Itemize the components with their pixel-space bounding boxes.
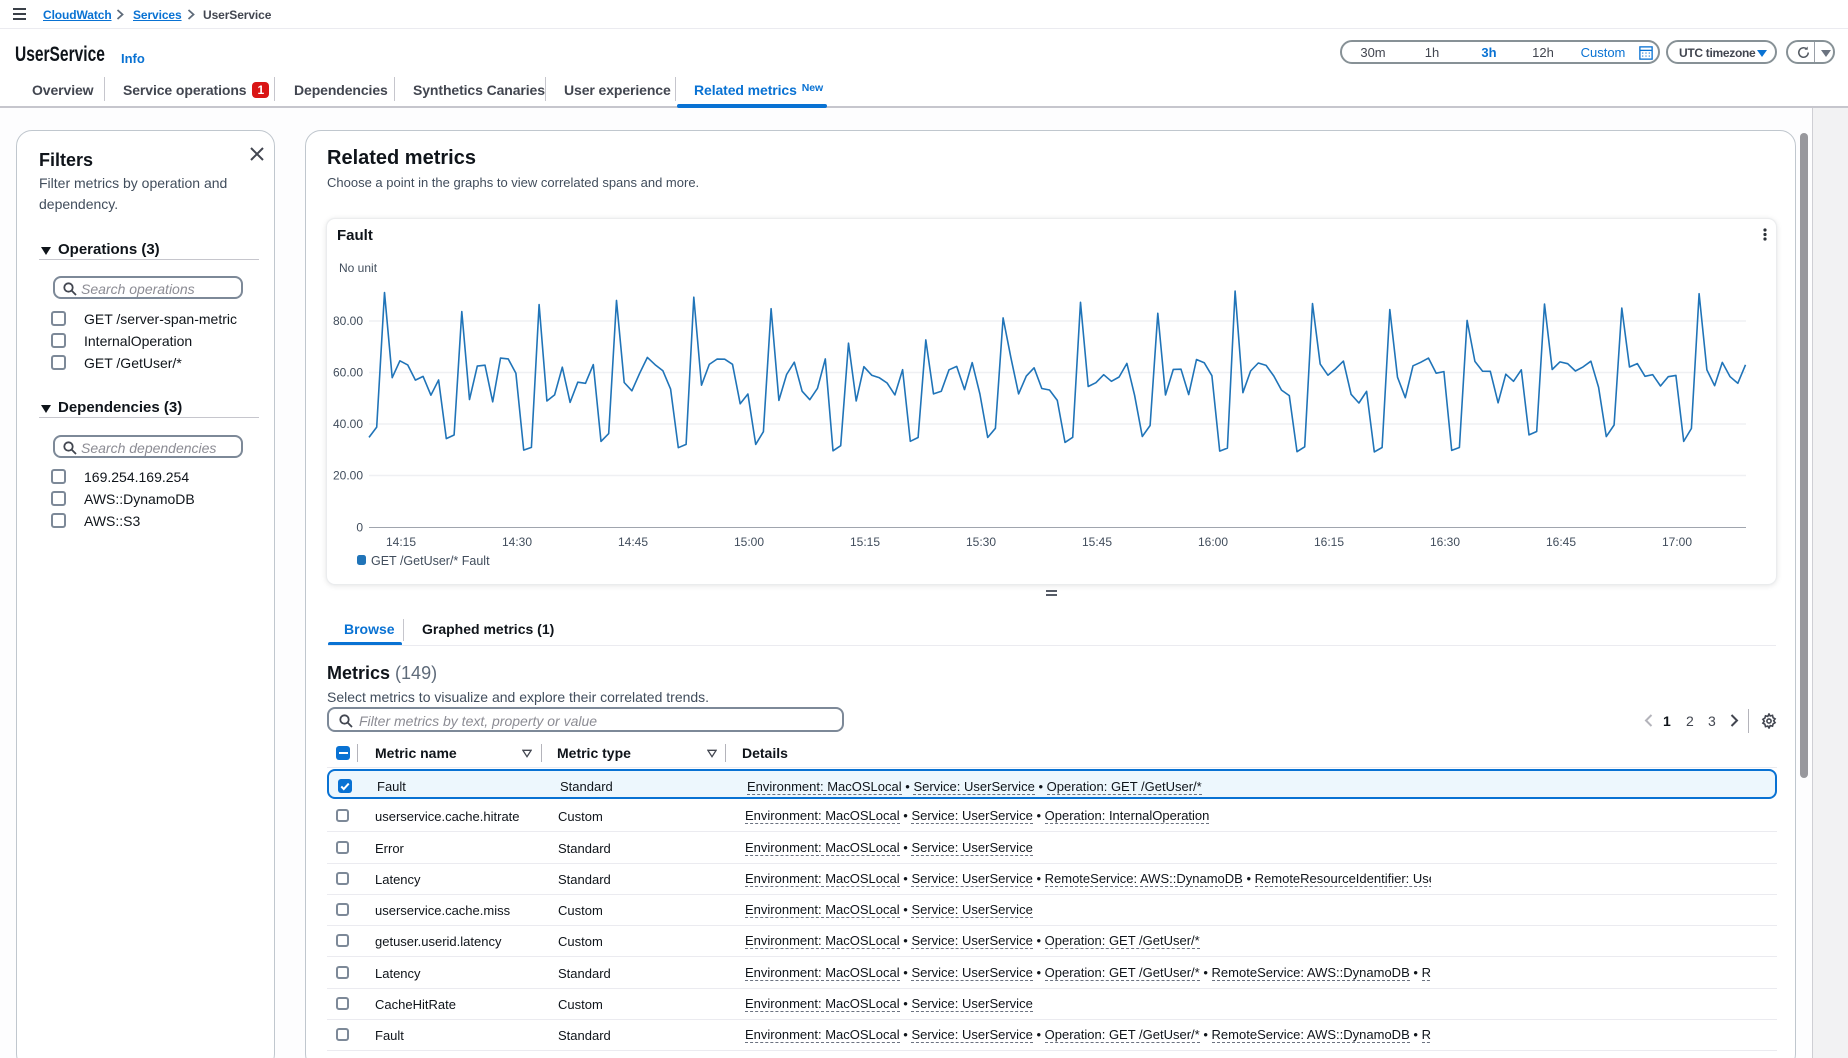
svg-text:15:00: 15:00 [734,535,764,549]
svg-text:16:30: 16:30 [1430,535,1460,549]
svg-text:15:15: 15:15 [850,535,880,549]
svg-text:14:30: 14:30 [502,535,532,549]
svg-text:No unit: No unit [339,261,378,275]
svg-text:20.00: 20.00 [333,469,363,483]
svg-text:17:00: 17:00 [1662,535,1692,549]
svg-text:16:00: 16:00 [1198,535,1228,549]
svg-text:80.00: 80.00 [333,314,363,328]
svg-text:14:45: 14:45 [618,535,648,549]
svg-text:16:45: 16:45 [1546,535,1576,549]
svg-text:14:15: 14:15 [386,535,416,549]
svg-text:GET /GetUser/* Fault: GET /GetUser/* Fault [371,554,490,568]
svg-text:15:30: 15:30 [966,535,996,549]
svg-text:15:45: 15:45 [1082,535,1112,549]
svg-text:0: 0 [356,521,363,535]
svg-text:40.00: 40.00 [333,417,363,431]
svg-text:60.00: 60.00 [333,366,363,380]
svg-text:16:15: 16:15 [1314,535,1344,549]
